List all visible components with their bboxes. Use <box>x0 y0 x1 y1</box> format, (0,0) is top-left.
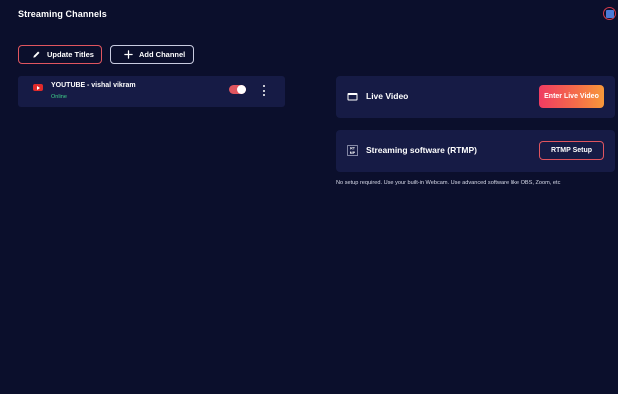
channel-platform: YOUTUBE <box>51 82 86 89</box>
help-text: No setup required. Use your built-in Web… <box>336 180 561 186</box>
plus-icon <box>124 50 133 59</box>
channel-toggle[interactable] <box>229 85 246 94</box>
page-title: Streaming Channels <box>18 9 107 19</box>
enter-live-video-button[interactable]: Enter Live Video <box>539 85 604 108</box>
live-video-title: Live Video <box>366 91 409 101</box>
rtmp-card: RT MP Streaming software (RTMP) RTMP Set… <box>336 130 615 172</box>
add-channel-button[interactable]: Add Channel <box>110 45 194 64</box>
svg-text:RT: RT <box>350 147 356 151</box>
video-camera-icon <box>347 93 358 101</box>
channel-user: - vishal vikram <box>87 82 136 89</box>
streaming-channels-page: Streaming Channels Update Titles Add Cha… <box>0 0 618 394</box>
svg-text:MP: MP <box>350 151 356 155</box>
youtube-icon <box>33 84 43 91</box>
live-video-card: Live Video Enter Live Video <box>336 76 615 118</box>
add-channel-label: Add Channel <box>139 50 186 59</box>
pencil-icon <box>33 51 40 58</box>
channel-status: Online <box>51 94 67 100</box>
channel-card[interactable]: YOUTUBE - vishal vikram Online <box>18 76 285 107</box>
rtmp-setup-button[interactable]: RTMP Setup <box>539 141 604 160</box>
rtmp-icon: RT MP <box>347 145 358 156</box>
rtmp-title: Streaming software (RTMP) <box>366 145 477 155</box>
toggle-knob <box>237 85 246 94</box>
square-icon <box>605 9 614 18</box>
update-titles-label: Update Titles <box>47 50 94 59</box>
more-options-icon[interactable] <box>262 85 266 96</box>
corner-settings-button[interactable] <box>603 7 616 20</box>
update-titles-button[interactable]: Update Titles <box>18 45 102 64</box>
